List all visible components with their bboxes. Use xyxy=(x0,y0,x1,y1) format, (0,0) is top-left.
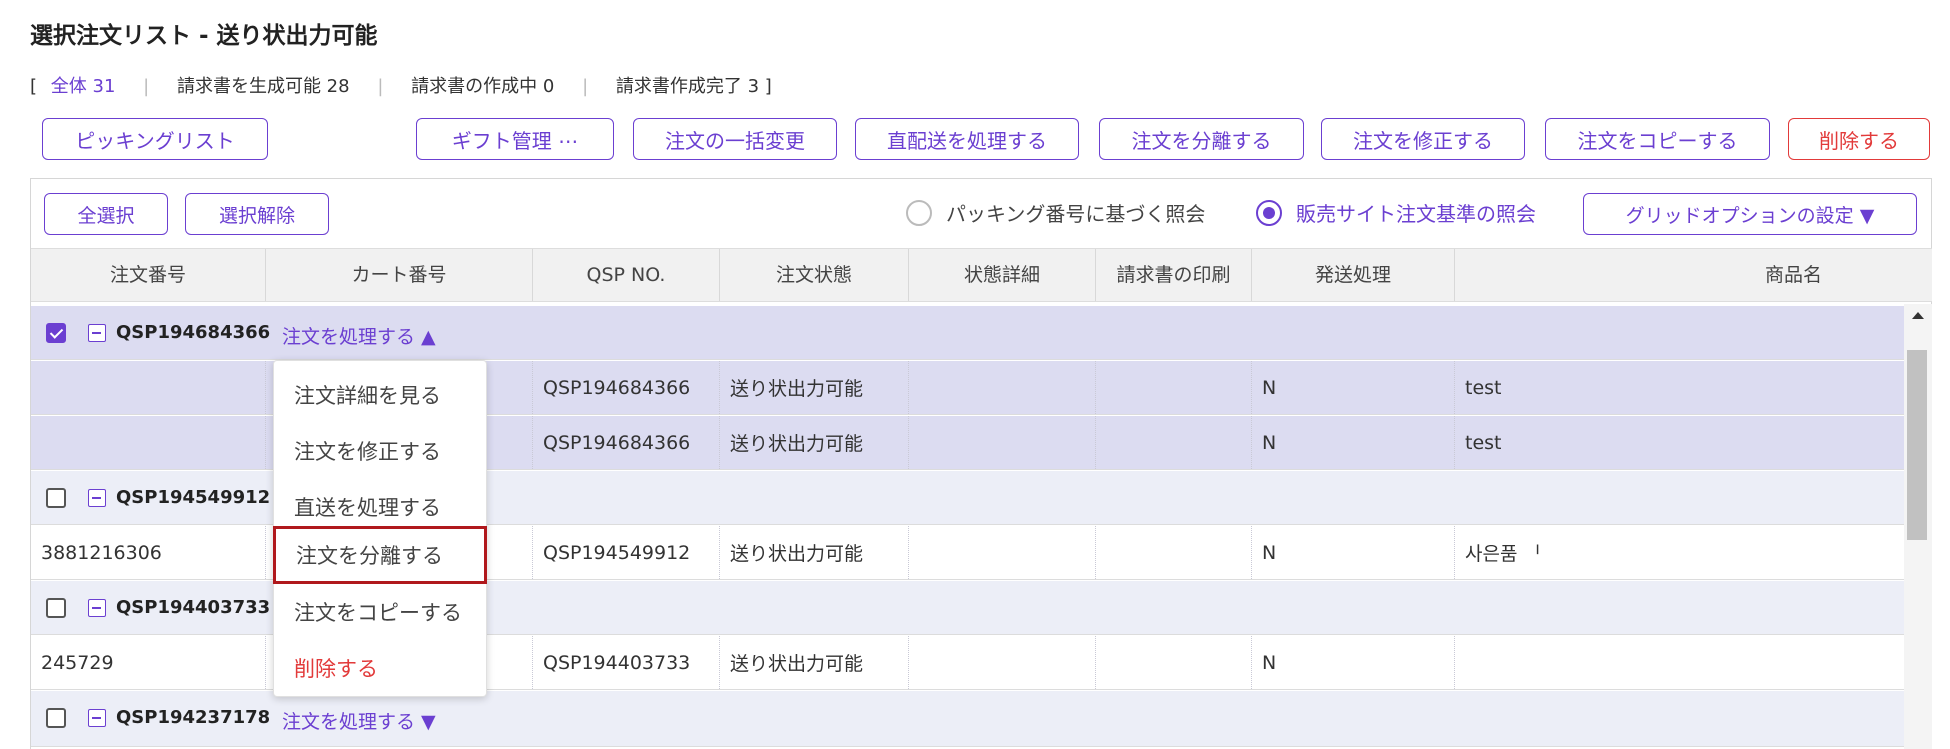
table-header: 注文番号 カート番号 QSP NO. 注文状態 状態詳細 請求書の印刷 発送処理… xyxy=(31,248,1932,302)
shipping-cell: N xyxy=(1252,416,1455,469)
process-order-link[interactable]: 注文を処理する ▼ xyxy=(282,707,436,734)
radio-site-label: 販売サイト注文基準の照会 xyxy=(1296,202,1536,226)
tab-billable[interactable]: 請求書を生成可能 28 xyxy=(177,76,350,97)
order-group-row[interactable]: QSP194684366 注文を処理する ▲ xyxy=(31,306,1904,360)
modify-order-button[interactable]: 注文を修正する xyxy=(1321,118,1525,160)
checkbox-checked-icon[interactable] xyxy=(46,323,66,343)
select-all-button[interactable]: 全選択 xyxy=(44,193,168,235)
product-name-cell: 사은품 ᅵ xyxy=(1465,543,1541,565)
shipping-cell: N xyxy=(1252,636,1455,689)
collapse-icon[interactable] xyxy=(88,599,106,617)
shipping-cell: N xyxy=(1252,526,1455,579)
tab-divider: | xyxy=(143,76,150,97)
invoice-print-cell xyxy=(1096,416,1252,469)
menu-item-delete[interactable]: 削除する xyxy=(274,642,486,694)
group-order-number: QSP194549912 xyxy=(116,487,271,508)
menu-item-split-order[interactable]: 注文を分離する xyxy=(273,526,487,584)
qsp-no-cell: QSP194684366 xyxy=(533,361,720,414)
radio-icon xyxy=(906,199,932,226)
qsp-no-cell: QSP194549912 xyxy=(533,526,720,579)
order-status-cell: 送り状出力可能 xyxy=(720,416,909,469)
column-header[interactable]: 発送処理 xyxy=(1252,249,1455,301)
product-name-cell: test xyxy=(1465,376,1502,399)
radio-selected-icon xyxy=(1256,199,1282,226)
tab-divider: | xyxy=(582,76,589,97)
vertical-scrollbar[interactable] xyxy=(1904,304,1932,749)
column-header[interactable]: 商品名 xyxy=(1455,249,1932,301)
qsp-no-cell: QSP194403733 xyxy=(533,636,720,689)
menu-item-modify-order[interactable]: 注文を修正する xyxy=(274,425,486,477)
column-header[interactable]: 状態詳細 xyxy=(909,249,1096,301)
product-name-cell xyxy=(1455,636,1904,689)
column-header[interactable]: 請求書の印刷 xyxy=(1096,249,1252,301)
menu-item-view-details[interactable]: 注文詳細を見る xyxy=(274,369,486,421)
product-name-cell: test xyxy=(1465,431,1502,454)
order-status-cell: 送り状出力可能 xyxy=(720,636,909,689)
order-group-row[interactable]: QSP194237178 注文を処理する ▼ xyxy=(31,691,1904,747)
radio-packing-label: パッキング番号に基づく照会 xyxy=(946,202,1206,226)
qsp-no-cell: QSP194684366 xyxy=(533,416,720,469)
scroll-up-icon[interactable] xyxy=(1912,312,1924,319)
order-status-cell: 送り状出力可能 xyxy=(720,526,909,579)
column-header[interactable]: QSP NO. xyxy=(533,249,720,301)
checkbox-icon[interactable] xyxy=(46,488,66,508)
radio-site-order[interactable]: 販売サイト注文基準の照会 xyxy=(1256,198,1536,227)
status-detail-cell xyxy=(909,361,1096,414)
order-number-cell: 245729 xyxy=(31,636,266,689)
group-order-number: QSP194684366 xyxy=(116,322,271,343)
picking-list-button[interactable]: ピッキングリスト xyxy=(42,118,268,160)
split-order-button[interactable]: 注文を分離する xyxy=(1099,118,1304,160)
checkbox-icon[interactable] xyxy=(46,708,66,728)
collapse-icon[interactable] xyxy=(88,489,106,507)
order-status-cell: 送り状出力可能 xyxy=(720,361,909,414)
tab-creating[interactable]: 請求書の作成中 0 xyxy=(411,76,554,97)
status-tabs: [ 全体 31 | 請求書を生成可能 28 | 請求書の作成中 0 | 請求書作… xyxy=(30,72,772,98)
order-number-cell xyxy=(31,416,266,469)
invoice-print-cell xyxy=(1096,526,1252,579)
page-title: 選択注文リスト - 送り状出力可能 xyxy=(30,23,378,49)
copy-order-button[interactable]: 注文をコピーする xyxy=(1545,118,1770,160)
menu-item-copy-order[interactable]: 注文をコピーする xyxy=(274,586,486,638)
process-order-link[interactable]: 注文を処理する ▲ xyxy=(282,322,436,349)
invoice-print-cell xyxy=(1096,636,1252,689)
status-detail-cell xyxy=(909,416,1096,469)
order-number-cell xyxy=(31,361,266,414)
invoice-print-cell xyxy=(1096,361,1252,414)
tab-done[interactable]: 請求書作成完了 3 xyxy=(616,76,759,97)
scrollbar-thumb[interactable] xyxy=(1907,350,1927,540)
status-detail-cell xyxy=(909,636,1096,689)
column-header[interactable]: 注文状態 xyxy=(720,249,909,301)
column-header[interactable]: カート番号 xyxy=(266,249,533,301)
direct-delivery-button[interactable]: 直配送を処理する xyxy=(855,118,1079,160)
radio-packing-number[interactable]: パッキング番号に基づく照会 xyxy=(906,198,1205,227)
order-number-cell: 3881216306 xyxy=(31,526,266,579)
group-order-number: QSP194237178 xyxy=(116,707,271,728)
checkbox-icon[interactable] xyxy=(46,598,66,618)
tab-all[interactable]: 全体 31 xyxy=(51,76,116,97)
group-order-number: QSP194403733 xyxy=(116,597,271,618)
column-header[interactable]: 注文番号 xyxy=(31,249,266,301)
bulk-change-button[interactable]: 注文の一括変更 xyxy=(633,118,837,160)
delete-button[interactable]: 削除する xyxy=(1788,118,1930,160)
grid-options-button[interactable]: グリッドオプションの設定 ▼ xyxy=(1583,193,1917,235)
status-detail-cell xyxy=(909,526,1096,579)
gift-management-button[interactable]: ギフト管理 ⋯ xyxy=(416,118,614,160)
tab-divider: | xyxy=(377,76,384,97)
collapse-icon[interactable] xyxy=(88,709,106,727)
tabs-close-bracket: ] xyxy=(764,76,772,97)
collapse-icon[interactable] xyxy=(88,324,106,342)
order-action-dropdown: 注文詳細を見る 注文を修正する 直送を処理する 注文を分離する 注文をコピーする… xyxy=(273,360,487,697)
tabs-open-bracket: [ xyxy=(30,76,38,97)
shipping-cell: N xyxy=(1252,361,1455,414)
deselect-button[interactable]: 選択解除 xyxy=(185,193,329,235)
